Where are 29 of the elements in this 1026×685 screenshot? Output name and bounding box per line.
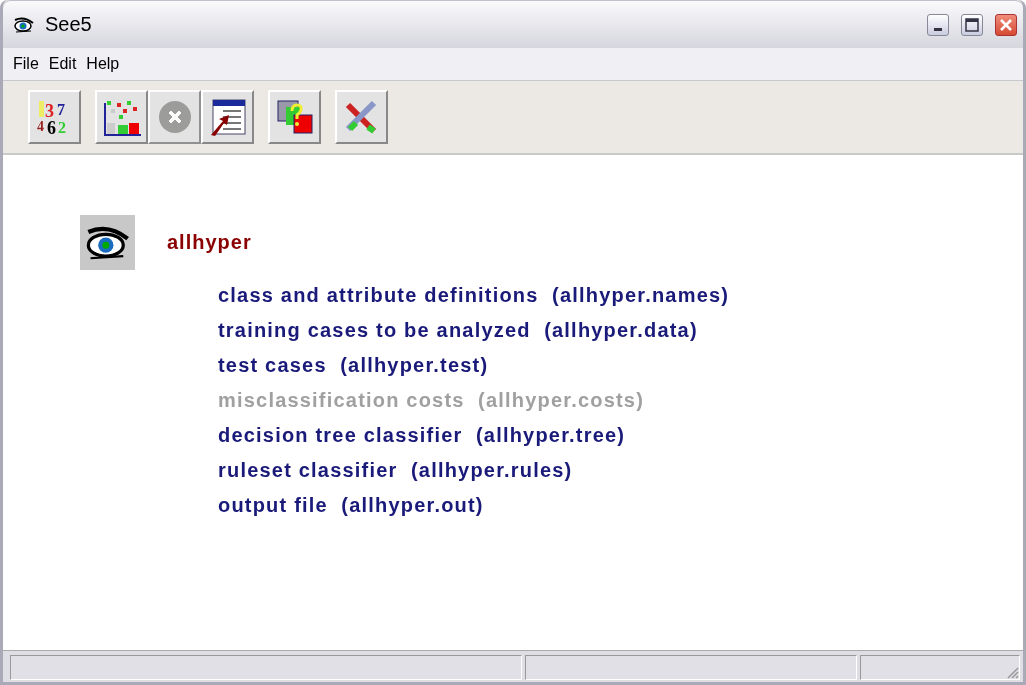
maximize-button[interactable] [961,13,983,36]
digit: 6 [46,118,56,137]
file-link[interactable]: class and attribute definitions (allhyper.names) [218,284,730,306]
menu-item[interactable]: File [9,54,43,74]
digit: 4 [36,119,44,134]
close-button[interactable] [995,13,1017,36]
digit: 7 [56,101,65,118]
minimize-icon [934,27,942,31]
file-link[interactable]: training cases to be analyzed (allhyper.data) [218,319,698,341]
eye-icon [80,215,135,270]
eye-icon [13,16,35,33]
toolbar-button[interactable] [268,90,321,144]
toolbar-button[interactable] [95,90,148,144]
toolbar-button[interactable] [335,90,388,144]
cancel-icon [156,99,193,135]
digit: 3 [44,101,54,121]
minimize-button[interactable] [927,13,949,36]
file-link[interactable]: decision tree classifier (allhyper.tree) [218,424,626,446]
close-icon [999,17,1013,32]
toolbar-button[interactable] [201,90,254,144]
application-name: allhyper [167,231,252,254]
menu-item[interactable]: Help [82,54,124,74]
maximize-icon [965,17,979,32]
file-link[interactable]: ruleset classifier (allhyper.rules) [218,459,573,481]
menu-item[interactable]: Edit [44,54,81,74]
digit: 2 [57,119,66,136]
window-title: See5 [45,13,93,36]
file-link[interactable]: output file (allhyper.out) [218,494,484,516]
file-link[interactable]: test cases (allhyper.test) [218,354,489,376]
